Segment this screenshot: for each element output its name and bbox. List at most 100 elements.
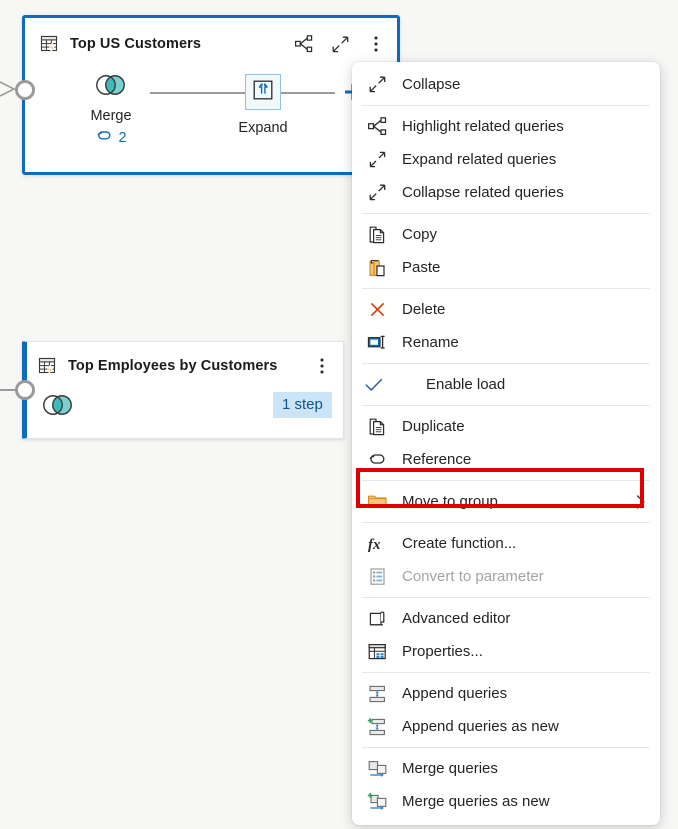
- card-header-actions: [311, 355, 337, 377]
- menu-item-append-queries-as-new[interactable]: Append queries as new: [352, 710, 660, 743]
- menu-item-expand-related-queries[interactable]: Expand related queries: [352, 143, 660, 176]
- convert-to-parameter-icon: [360, 567, 394, 586]
- reference-link-icon: [95, 128, 113, 148]
- menu-separator: [362, 405, 650, 406]
- menu-item-paste[interactable]: Paste: [352, 251, 660, 284]
- menu-separator: [362, 480, 650, 481]
- menu-item-collapse[interactable]: Collapse: [352, 68, 660, 101]
- menu-separator: [362, 597, 650, 598]
- folder-icon: [360, 492, 394, 511]
- menu-item-label: Collapse related queries: [402, 184, 564, 201]
- menu-item-properties[interactable]: Properties...: [352, 635, 660, 668]
- card-steps: Merge 2: [25, 74, 397, 126]
- menu-item-move-to-group[interactable]: Move to group: [352, 485, 660, 518]
- menu-item-label: Convert to parameter: [402, 568, 544, 585]
- highlight-related-queries-icon[interactable]: [293, 33, 315, 55]
- menu-item-collapse-related-queries[interactable]: Collapse related queries: [352, 176, 660, 209]
- step-count-badge[interactable]: 1 step: [273, 392, 332, 418]
- menu-item-create-function[interactable]: fx Create function...: [352, 527, 660, 560]
- more-options-icon[interactable]: [311, 355, 333, 377]
- menu-item-delete[interactable]: Delete: [352, 293, 660, 326]
- card2-input-node[interactable]: [15, 380, 35, 400]
- more-options-icon[interactable]: [365, 33, 387, 55]
- menu-item-duplicate[interactable]: Duplicate: [352, 410, 660, 443]
- menu-item-reference[interactable]: Reference: [352, 443, 660, 476]
- collapse-icon[interactable]: [329, 33, 351, 55]
- query-card-top-employees-by-customers[interactable]: Top Employees by Customers: [22, 341, 344, 439]
- menu-item-label: Expand related queries: [402, 151, 556, 168]
- menu-item-label: Append queries as new: [402, 718, 559, 735]
- card-header: Top Employees by Customers: [27, 342, 343, 382]
- card-header-actions: [293, 33, 391, 55]
- menu-item-merge-queries[interactable]: Merge queries: [352, 752, 660, 785]
- menu-item-label: Merge queries as new: [402, 793, 550, 810]
- card-title: Top US Customers: [70, 36, 201, 52]
- menu-item-label: Delete: [402, 301, 445, 318]
- table-query-icon: [39, 33, 61, 55]
- merge-queries-as-new-icon: [360, 792, 394, 812]
- menu-item-label: Properties...: [402, 643, 483, 660]
- menu-item-label: Duplicate: [402, 418, 465, 435]
- merge-venn-icon[interactable]: [38, 392, 78, 423]
- menu-item-label: Create function...: [402, 535, 516, 552]
- card1-input-node[interactable]: [15, 80, 35, 100]
- properties-icon: [360, 642, 394, 661]
- card-header: Top US Customers: [25, 18, 397, 60]
- menu-item-enable-load[interactable]: Enable load: [352, 368, 660, 401]
- paste-icon: [360, 258, 394, 278]
- menu-item-label: Merge queries: [402, 760, 498, 777]
- menu-item-label: Copy: [402, 226, 437, 243]
- menu-item-rename[interactable]: Rename: [352, 326, 660, 359]
- card-title: Top Employees by Customers: [68, 358, 277, 374]
- query-card-top-us-customers[interactable]: Top US Customers: [22, 15, 400, 175]
- menu-item-copy[interactable]: Copy: [352, 218, 660, 251]
- step-connector-1: [150, 92, 245, 94]
- menu-separator: [362, 105, 650, 106]
- reference-link-icon: [360, 450, 394, 469]
- checkmark-icon: [360, 377, 398, 393]
- rename-icon: [360, 333, 394, 352]
- function-fx-icon: fx: [360, 534, 394, 554]
- menu-item-label: Paste: [402, 259, 440, 276]
- step-connector-2: [280, 92, 335, 94]
- menu-item-label: Move to group: [402, 493, 498, 510]
- menu-item-highlight-related-queries[interactable]: Highlight related queries: [352, 110, 660, 143]
- svg-text:fx: fx: [368, 537, 381, 553]
- menu-item-merge-queries-as-new[interactable]: Merge queries as new: [352, 785, 660, 818]
- table-query-icon: [37, 355, 59, 377]
- collapse-related-queries-icon: [360, 183, 394, 202]
- merge-venn-icon: [91, 85, 131, 102]
- step-merge-reference-count: 2: [118, 130, 126, 146]
- step-merge-references: 2: [69, 128, 153, 148]
- menu-item-label: Append queries: [402, 685, 507, 702]
- collapse-icon: [360, 75, 394, 94]
- menu-item-advanced-editor[interactable]: Advanced editor: [352, 602, 660, 635]
- menu-separator: [362, 672, 650, 673]
- chevron-right-icon: [634, 493, 648, 511]
- menu-separator: [362, 747, 650, 748]
- menu-item-append-queries[interactable]: Append queries: [352, 677, 660, 710]
- merge-queries-icon: [360, 759, 394, 779]
- step-merge-label: Merge: [69, 108, 153, 124]
- step-merge[interactable]: Merge 2: [69, 72, 153, 148]
- duplicate-icon: [360, 417, 394, 437]
- expand-related-queries-icon: [360, 150, 394, 169]
- menu-separator: [362, 288, 650, 289]
- copy-icon: [360, 225, 394, 245]
- menu-item-label: Reference: [402, 451, 471, 468]
- menu-item-label: Collapse: [402, 76, 460, 93]
- menu-item-label: Advanced editor: [402, 610, 510, 627]
- menu-item-label: Highlight related queries: [402, 118, 564, 135]
- menu-item-label: Rename: [402, 334, 459, 351]
- step-expand-label: Expand: [223, 120, 303, 136]
- menu-separator: [362, 522, 650, 523]
- query-context-menu[interactable]: Collapse Highlight related queries Expan…: [352, 62, 660, 825]
- expand-columns-icon: [251, 78, 275, 107]
- step-expand-icon-box[interactable]: [245, 74, 281, 110]
- menu-item-label: Enable load: [426, 376, 505, 393]
- append-queries-icon: [360, 684, 394, 704]
- menu-separator: [362, 363, 650, 364]
- append-queries-as-new-icon: [360, 717, 394, 737]
- delete-icon: [360, 300, 394, 319]
- menu-separator: [362, 213, 650, 214]
